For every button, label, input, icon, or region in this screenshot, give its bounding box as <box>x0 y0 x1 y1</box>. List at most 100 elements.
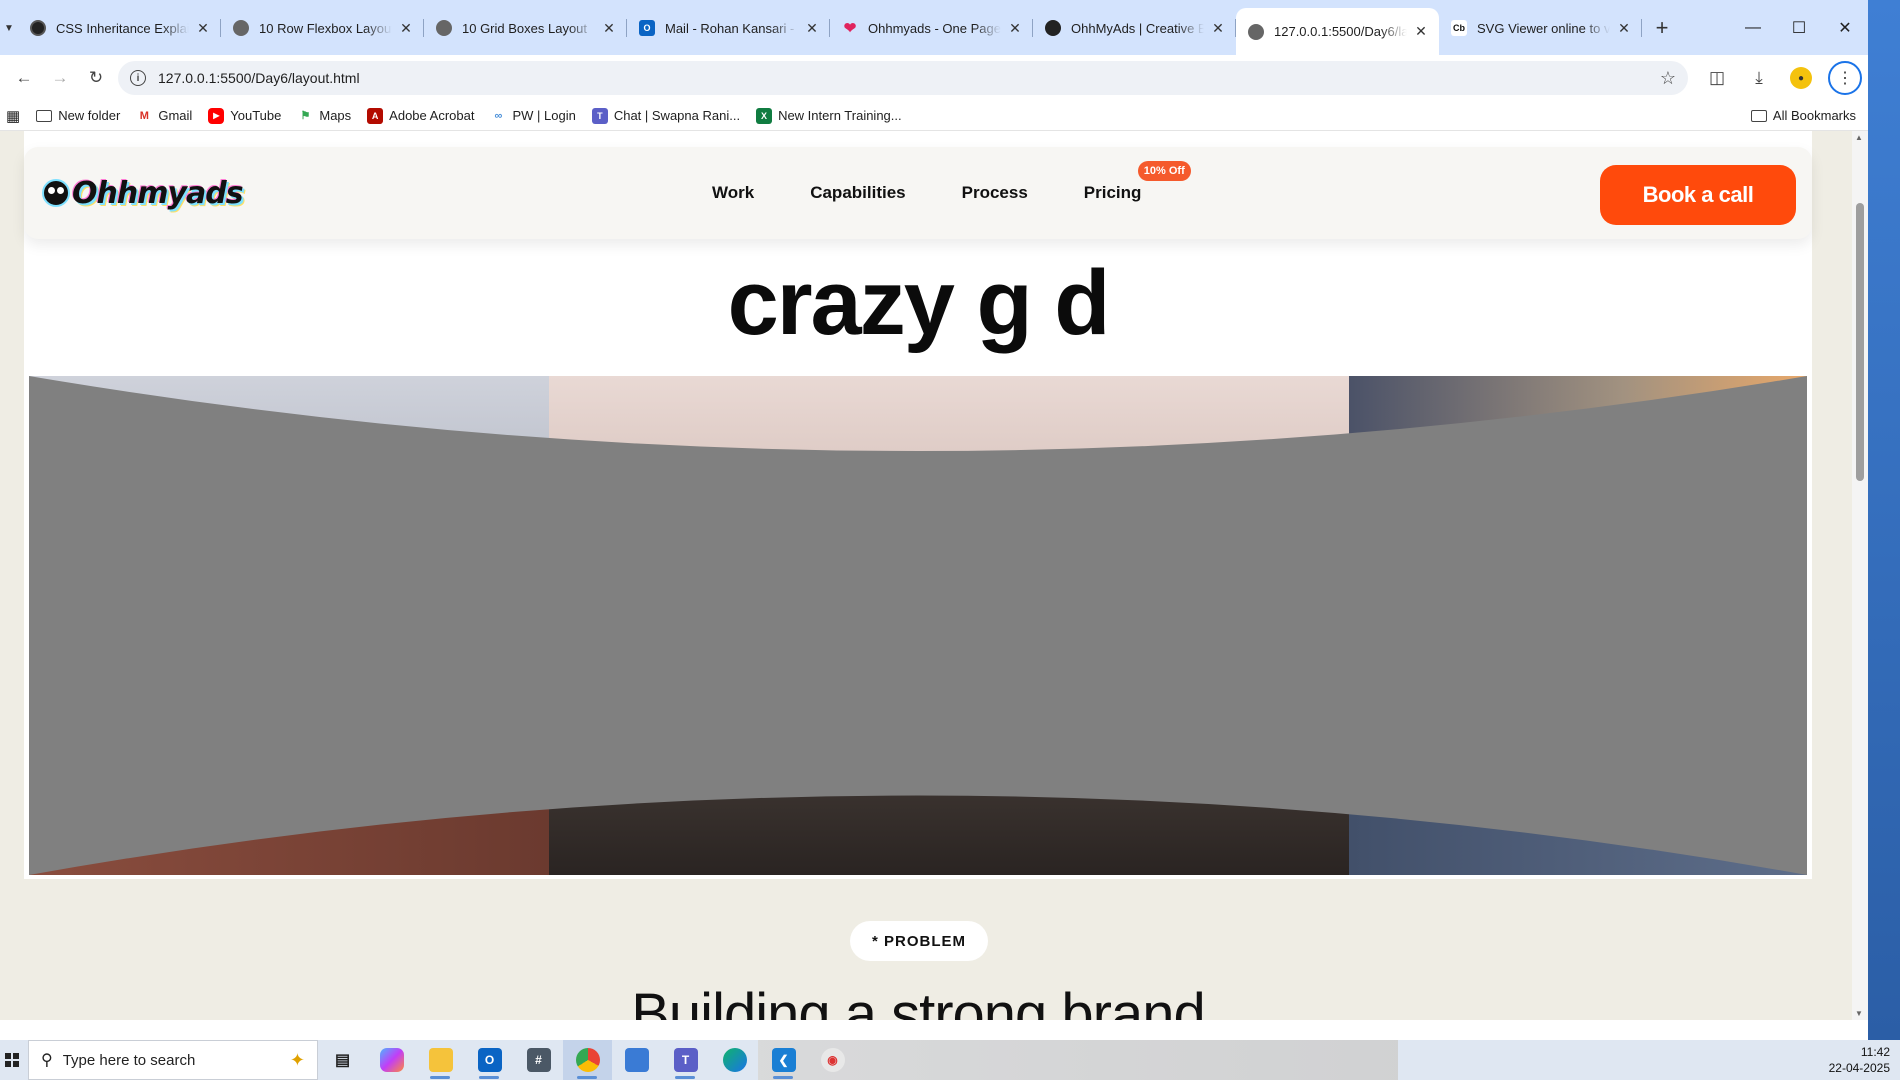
close-icon[interactable]: ✕ <box>1616 20 1632 37</box>
bookmark-youtube[interactable]: ▶ YouTube <box>200 103 289 129</box>
tab[interactable]: CSS Inheritance Explained ✕ <box>18 8 221 48</box>
site-info-icon[interactable]: i <box>130 70 146 86</box>
tab[interactable]: ❤ Ohhmyads - One Page Website ✕ <box>830 8 1033 48</box>
bookmark-intern-training[interactable]: X New Intern Training... <box>748 103 910 129</box>
menu-kebab-icon[interactable]: ⋮ <box>1828 61 1862 95</box>
tab-title: SVG Viewer online to view SVG <box>1477 20 1610 36</box>
tab-title: OhhMyAds | Creative Brand <box>1071 20 1204 36</box>
close-icon[interactable]: ✕ <box>398 20 414 37</box>
nav-link-work[interactable]: Work <box>712 183 754 203</box>
close-icon[interactable]: ✕ <box>1007 20 1023 37</box>
hero-title: crazy g d <box>727 252 1111 354</box>
nav-link-pricing[interactable]: Pricing 10% Off <box>1083 161 1191 203</box>
close-icon[interactable]: ✕ <box>601 20 617 37</box>
back-icon[interactable]: ← <box>6 60 42 96</box>
youtube-icon: ▶ <box>208 107 225 124</box>
taskbar-search[interactable]: ⚲ Type here to search ✦ <box>28 1040 318 1080</box>
bookmark-star-icon[interactable]: ☆ <box>1660 68 1676 89</box>
search-icon: ⚲ <box>41 1052 53 1069</box>
bookmark-acrobat[interactable]: A Adobe Acrobat <box>359 103 482 129</box>
nav-link-capabilities[interactable]: Capabilities <box>810 183 905 203</box>
maximize-icon[interactable]: ☐ <box>1776 0 1822 55</box>
url-text[interactable]: 127.0.0.1:5500/Day6/layout.html <box>158 70 1660 86</box>
ohhmyads-icon <box>1045 20 1061 36</box>
edge-icon[interactable] <box>710 1040 759 1080</box>
desktop-wallpaper <box>1868 0 1900 1040</box>
tab-search-chevron-icon[interactable]: ▼ <box>0 8 18 48</box>
address-bar[interactable]: i 127.0.0.1:5500/Day6/layout.html ☆ <box>118 61 1688 95</box>
all-bookmarks[interactable]: All Bookmarks <box>1743 103 1864 129</box>
tab[interactable]: Cb SVG Viewer online to view SVG ✕ <box>1439 8 1642 48</box>
bookmark-label: New folder <box>58 108 121 123</box>
bookmark-label: Adobe Acrobat <box>389 108 475 123</box>
nav-link-pricing-label: Pricing <box>1083 183 1142 202</box>
teams-taskbar-icon[interactable]: T <box>661 1040 710 1080</box>
outlook-icon: O <box>639 20 655 36</box>
close-icon[interactable]: ✕ <box>804 20 820 37</box>
cb-icon: Cb <box>1451 20 1467 36</box>
task-view-icon[interactable]: ▤ <box>318 1040 367 1080</box>
bookmark-gmail[interactable]: M Gmail <box>128 103 200 129</box>
site-logo[interactable]: Ohhmyads <box>42 173 244 213</box>
scrollbar-thumb[interactable] <box>1856 203 1864 481</box>
minimize-icon[interactable]: — <box>1730 0 1776 55</box>
page-viewport: Ohhmyads Work Capabilities Process Prici… <box>0 131 1868 1020</box>
tab[interactable]: OhhMyAds | Creative Brand ✕ <box>1033 8 1236 48</box>
outlook-taskbar-icon[interactable]: O <box>465 1040 514 1080</box>
bookmark-maps[interactable]: ⚑ Maps <box>289 103 359 129</box>
page-scrollbar[interactable]: ▲ ▼ <box>1852 131 1868 1020</box>
store-icon[interactable] <box>612 1040 661 1080</box>
extensions-icon[interactable]: ◫ <box>1696 60 1738 96</box>
bookmarks-bar: ▦ New folder M Gmail ▶ YouTube ⚑ Maps A Adob… <box>0 101 1868 131</box>
tab[interactable]: 10 Grid Boxes Layout ✕ <box>424 8 627 48</box>
tab[interactable]: O Mail - Rohan Kansari - Outlook ✕ <box>627 8 830 48</box>
bookmark-pw-login[interactable]: ∞ PW | Login <box>482 103 583 129</box>
discount-badge: 10% Off <box>1137 161 1191 181</box>
folder-icon <box>36 109 53 122</box>
close-icon[interactable]: ✕ <box>1413 23 1429 40</box>
download-icon[interactable]: ⤓ <box>1738 60 1780 96</box>
reload-icon[interactable]: ↻ <box>78 60 114 96</box>
vscode-icon[interactable]: ❮ <box>759 1040 808 1080</box>
hero-image-graphic <box>29 376 1807 875</box>
bookmark-chat[interactable]: T Chat | Swapna Rani... <box>584 103 748 129</box>
chrome-icon[interactable] <box>563 1040 612 1080</box>
close-window-icon[interactable]: ✕ <box>1822 0 1868 55</box>
bookmark-label: YouTube <box>230 108 282 123</box>
bookmark-label: Gmail <box>158 108 193 123</box>
paint-icon[interactable]: ◉ <box>808 1040 857 1080</box>
address-toolbar: ← → ↻ i 127.0.0.1:5500/Day6/layout.html … <box>0 55 1868 101</box>
bookmark-label: New Intern Training... <box>778 108 902 123</box>
heart-icon: ❤ <box>843 20 857 37</box>
book-call-button[interactable]: Book a call <box>1600 165 1796 225</box>
tab-title: 127.0.0.1:5500/Day6/layout.html <box>1274 24 1407 39</box>
nav-link-process[interactable]: Process <box>962 183 1028 203</box>
close-icon[interactable]: ✕ <box>1210 20 1226 37</box>
copilot-icon[interactable] <box>367 1040 416 1080</box>
forward-icon[interactable]: → <box>42 60 78 96</box>
scroll-down-icon[interactable]: ▼ <box>1855 1009 1863 1018</box>
search-placeholder: Type here to search <box>62 1051 196 1069</box>
system-clock[interactable]: 11:42 22-04-2025 <box>1829 1044 1890 1076</box>
scroll-up-icon[interactable]: ▲ <box>1855 133 1863 142</box>
tab-active[interactable]: 127.0.0.1:5500/Day6/layout.html ✕ <box>1236 8 1439 55</box>
windows-logo-icon <box>5 1053 19 1067</box>
tab[interactable]: 10 Row Flexbox Layout ✕ <box>221 8 424 48</box>
profile-avatar[interactable]: ● <box>1780 60 1822 96</box>
tab-title: 10 Row Flexbox Layout <box>259 20 392 36</box>
new-tab-button[interactable]: + <box>1642 8 1682 48</box>
globe-icon <box>1248 23 1264 40</box>
logo-face-icon <box>42 179 70 207</box>
globe-icon <box>233 20 249 36</box>
start-button[interactable] <box>0 1040 24 1080</box>
close-icon[interactable]: ✕ <box>195 20 211 37</box>
nav-links: Work Capabilities Process Pricing 10% Off <box>712 147 1197 239</box>
file-explorer-icon[interactable] <box>416 1040 465 1080</box>
bookmark-new-folder[interactable]: New folder <box>28 103 128 129</box>
apps-grid-icon[interactable]: ▦ <box>4 103 28 129</box>
tab-title: Ohhmyads - One Page Website <box>868 20 1001 36</box>
bookmark-label: PW | Login <box>512 108 576 123</box>
calculator-icon[interactable]: # <box>514 1040 563 1080</box>
bookmark-label: Maps <box>319 108 352 123</box>
pw-icon: ∞ <box>494 109 503 122</box>
